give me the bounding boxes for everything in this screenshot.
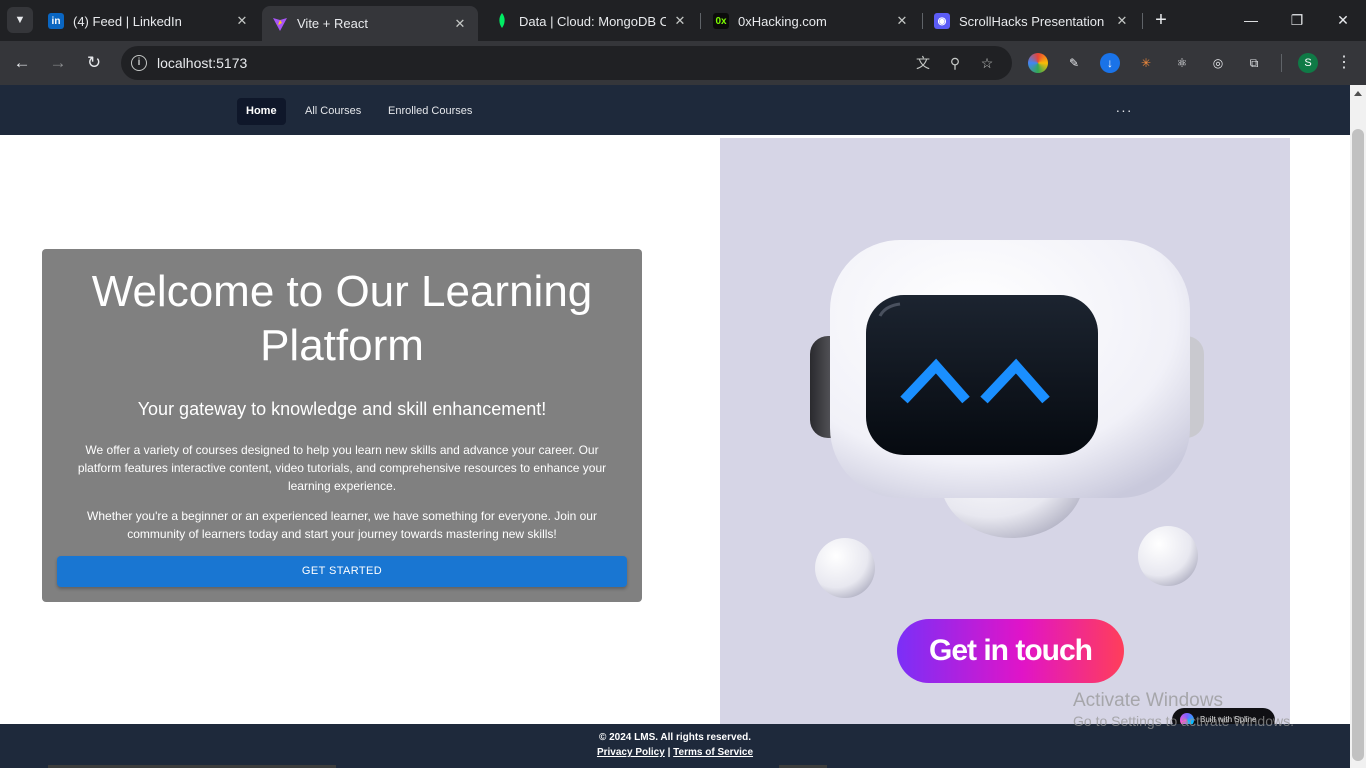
- tab-vite-react[interactable]: Vite + React ✕: [262, 6, 478, 41]
- forward-arrow-icon[interactable]: →: [46, 51, 70, 75]
- scroll-thumb[interactable]: [1352, 129, 1364, 761]
- browser-menu-icon[interactable]: ⋮: [1336, 52, 1352, 74]
- close-icon[interactable]: ✕: [894, 13, 910, 29]
- browser-toolbar: ← → ↻ i localhost:5173 文 ⚲ ☆ ✎ ↓ ✳ ⚛ ◎ ⧉: [0, 41, 1366, 85]
- nav-all-courses[interactable]: All Courses: [296, 98, 370, 125]
- activate-windows-watermark: Activate Windows Go to Settings to activ…: [1073, 690, 1294, 729]
- download-extension-icon[interactable]: ↓: [1100, 53, 1120, 73]
- bug-extension-icon[interactable]: ✳: [1136, 53, 1156, 73]
- tab-title: Data | Cloud: MongoDB Clou: [519, 13, 666, 29]
- page-scrollbar[interactable]: [1350, 85, 1366, 768]
- robot-left-hand: [815, 538, 875, 598]
- browser-tab-strip: ▼ in (4) Feed | LinkedIn ✕ Vite + React …: [0, 0, 1366, 41]
- hero-invitation: Whether you're a beginner or an experien…: [87, 509, 597, 541]
- tab-title: (4) Feed | LinkedIn: [73, 13, 182, 29]
- close-icon[interactable]: ✕: [452, 16, 468, 32]
- translate-icon[interactable]: 文: [914, 54, 932, 72]
- react-devtools-icon[interactable]: ⚛: [1172, 53, 1192, 73]
- scroll-up-arrow-icon[interactable]: [1354, 91, 1362, 96]
- scrollhacks-icon: ◉: [934, 13, 950, 29]
- spline-3d-scene[interactable]: Get in touch Built with Spline: [720, 138, 1290, 738]
- profile-avatar[interactable]: S: [1298, 53, 1318, 73]
- close-icon[interactable]: ✕: [672, 13, 688, 29]
- footer-separator: |: [667, 747, 671, 758]
- restore-icon[interactable]: ❐: [1285, 8, 1309, 32]
- bookmark-star-icon[interactable]: ☆: [978, 54, 996, 72]
- hero-description: We offer a variety of courses designed t…: [77, 443, 607, 493]
- extensions-puzzle-icon[interactable]: ⧉: [1244, 53, 1264, 73]
- get-in-touch-button[interactable]: Get in touch: [897, 619, 1124, 683]
- close-icon[interactable]: ✕: [234, 13, 250, 29]
- new-tab-plus-icon[interactable]: +: [1152, 9, 1170, 31]
- copyright-text: © 2024 LMS. All rights reserved.: [598, 732, 752, 743]
- more-options-icon[interactable]: ···: [1114, 97, 1134, 124]
- site-info-icon[interactable]: i: [131, 55, 147, 71]
- close-icon[interactable]: ✕: [1114, 13, 1130, 29]
- target-extension-icon[interactable]: ◎: [1208, 53, 1228, 73]
- footer-links: Privacy Policy | Terms of Service: [0, 747, 1350, 758]
- tab-title: ScrollHacks Presentation For: [959, 13, 1108, 29]
- linkedin-icon: in: [48, 13, 64, 29]
- toolbar-separator: [1281, 54, 1282, 72]
- tab-scrollhacks[interactable]: ◉ ScrollHacks Presentation For ✕: [924, 6, 1140, 36]
- eyedropper-extension-icon[interactable]: ✎: [1064, 53, 1084, 73]
- zoom-icon[interactable]: ⚲: [946, 54, 964, 72]
- address-bar[interactable]: i localhost:5173 文 ⚲ ☆: [121, 46, 1012, 80]
- tab-title: 0xHacking.com: [738, 13, 827, 29]
- tab-separator: [700, 13, 701, 29]
- 0x-icon: 0x: [713, 13, 729, 29]
- robot-visor: [866, 295, 1098, 455]
- privacy-policy-link[interactable]: Privacy Policy: [597, 747, 665, 758]
- nav-enrolled-courses[interactable]: Enrolled Courses: [379, 98, 481, 125]
- nav-home[interactable]: Home: [237, 98, 286, 125]
- app-navbar: Home All Courses Enrolled Courses ···: [0, 85, 1350, 135]
- tab-linkedin[interactable]: in (4) Feed | LinkedIn ✕: [38, 6, 260, 36]
- back-arrow-icon[interactable]: ←: [10, 51, 34, 75]
- window-close-icon[interactable]: ✕: [1331, 8, 1355, 32]
- welcome-card: Welcome to Our Learning Platform Your ga…: [42, 249, 642, 602]
- tab-mongodb[interactable]: Data | Cloud: MongoDB Clou ✕: [484, 6, 698, 36]
- page-footer: © 2024 LMS. All rights reserved. Privacy…: [0, 724, 1350, 768]
- minimize-icon[interactable]: —: [1239, 8, 1263, 32]
- tab-search-icon[interactable]: ▼: [7, 7, 33, 33]
- page-viewport: Home All Courses Enrolled Courses ··· We…: [0, 85, 1350, 768]
- vite-icon: [272, 16, 288, 32]
- tab-separator: [1142, 13, 1143, 29]
- url-text: localhost:5173: [157, 55, 248, 71]
- watermark-line2: Go to Settings to activate Windows.: [1073, 713, 1294, 729]
- hero-title: Welcome to Our Learning Platform: [91, 267, 593, 370]
- mongodb-leaf-icon: [494, 13, 510, 29]
- terms-of-service-link[interactable]: Terms of Service: [673, 747, 753, 758]
- tab-separator: [922, 13, 923, 29]
- tab-title: Vite + React: [297, 16, 368, 31]
- hero-subtitle: Your gateway to knowledge and skill enha…: [137, 399, 547, 419]
- watermark-line1: Activate Windows: [1073, 690, 1223, 711]
- robot-right-hand: [1138, 526, 1198, 586]
- tab-0xhacking[interactable]: 0x 0xHacking.com ✕: [703, 6, 920, 36]
- reload-icon[interactable]: ↻: [82, 51, 106, 75]
- color-picker-extension-icon[interactable]: [1028, 53, 1048, 73]
- get-started-button[interactable]: GET STARTED: [57, 556, 627, 587]
